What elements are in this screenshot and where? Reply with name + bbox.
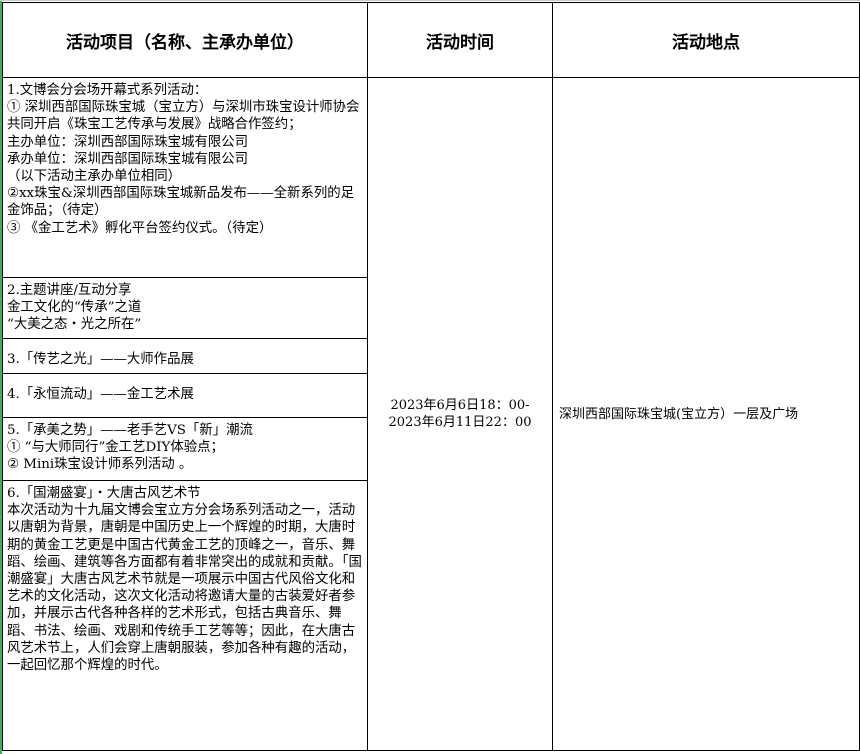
item-line: 3.「传艺之光」——大师作品展 xyxy=(7,352,194,367)
activity-item-6: 6.「国潮盛宴」・大唐古风艺术节 本次活动为十九届文博会宝立方分会场系列活动之一… xyxy=(3,481,367,746)
project-cell: 1.文博会分会场开幕式系列活动： ① 深圳西部国际珠宝城（宝立方）与深圳市珠宝设… xyxy=(2,77,368,751)
time-end: 2023年6月11日22：00 xyxy=(388,415,532,430)
item-line: 4.「永恒流动」——金工艺术展 xyxy=(7,387,194,402)
item-line: 金工文化的“传承”之道 xyxy=(7,300,142,316)
activity-item-1: 1.文博会分会场开幕式系列活动： ① 深圳西部国际珠宝城（宝立方）与深圳市珠宝设… xyxy=(3,78,367,278)
time-start: 2023年6月6日18：00- xyxy=(390,398,530,413)
place-cell: 深圳西部国际珠宝城(宝立方）一层及广场 xyxy=(552,77,860,751)
item-line: 本次活动为十九届文博会宝立方分会场系列活动之一，活动以唐朝为背景，唐朝是中国历史… xyxy=(7,503,362,674)
header-time: 活动时间 xyxy=(367,2,553,78)
header-project: 活动项目（名称、主承办单位） xyxy=(2,2,368,78)
item-line: ② Mini珠宝设计师系列活动 。 xyxy=(7,457,193,473)
item-line: 2.主题讲座/互动分享 xyxy=(7,283,132,298)
item-line: 5.「承美之势」——老手艺VS「新」潮流 xyxy=(7,423,253,438)
item-line: ① “与大师同行”金工艺DIY体验点； xyxy=(7,440,224,456)
activity-item-2: 2.主题讲座/互动分享 金工文化的“传承”之道 “大美之态・光之所在” xyxy=(3,278,367,339)
activity-table: 活动项目（名称、主承办单位） 活动时间 活动地点 1.文博会分会场开幕式系列活动… xyxy=(2,2,860,751)
activity-item-4: 4.「永恒流动」——金工艺术展 xyxy=(3,374,367,418)
time-cell: 2023年6月6日18：00- 2023年6月11日22：00 xyxy=(367,77,553,751)
item-line: “大美之态・光之所在” xyxy=(7,317,142,333)
header-row: 活动项目（名称、主承办单位） 活动时间 活动地点 xyxy=(2,2,860,78)
table-row: 1.文博会分会场开幕式系列活动： ① 深圳西部国际珠宝城（宝立方）与深圳市珠宝设… xyxy=(2,77,860,751)
activity-item-5: 5.「承美之势」——老手艺VS「新」潮流 ① “与大师同行”金工艺DIY体验点；… xyxy=(3,418,367,481)
item-line: 1.文博会分会场开幕式系列活动： xyxy=(7,83,208,98)
item-line: ②xx珠宝&深圳西部国际珠宝城新品发布——全新系列的足金饰品；（待定） xyxy=(7,186,355,219)
item-line: （以下活动主承办单位相同） xyxy=(7,169,182,185)
item-line: 承办单位：深圳西部国际珠宝城有限公司 xyxy=(7,151,249,167)
header-place: 活动地点 xyxy=(552,2,860,78)
item-line: ③ 《金工艺术》孵化平台签约仪式。（待定） xyxy=(7,220,273,236)
spreadsheet-gridline-top xyxy=(0,0,860,1)
item-line: 6.「国潮盛宴」・大唐古风艺术节 xyxy=(7,486,201,501)
item-line: 主办单位：深圳西部国际珠宝城有限公司 xyxy=(7,134,249,150)
activity-item-3: 3.「传艺之光」——大师作品展 xyxy=(3,339,367,374)
item-line: ① 深圳西部国际珠宝城（宝立方）与深圳市珠宝设计师协会共同开启《珠宝工艺传承与发… xyxy=(7,100,360,133)
